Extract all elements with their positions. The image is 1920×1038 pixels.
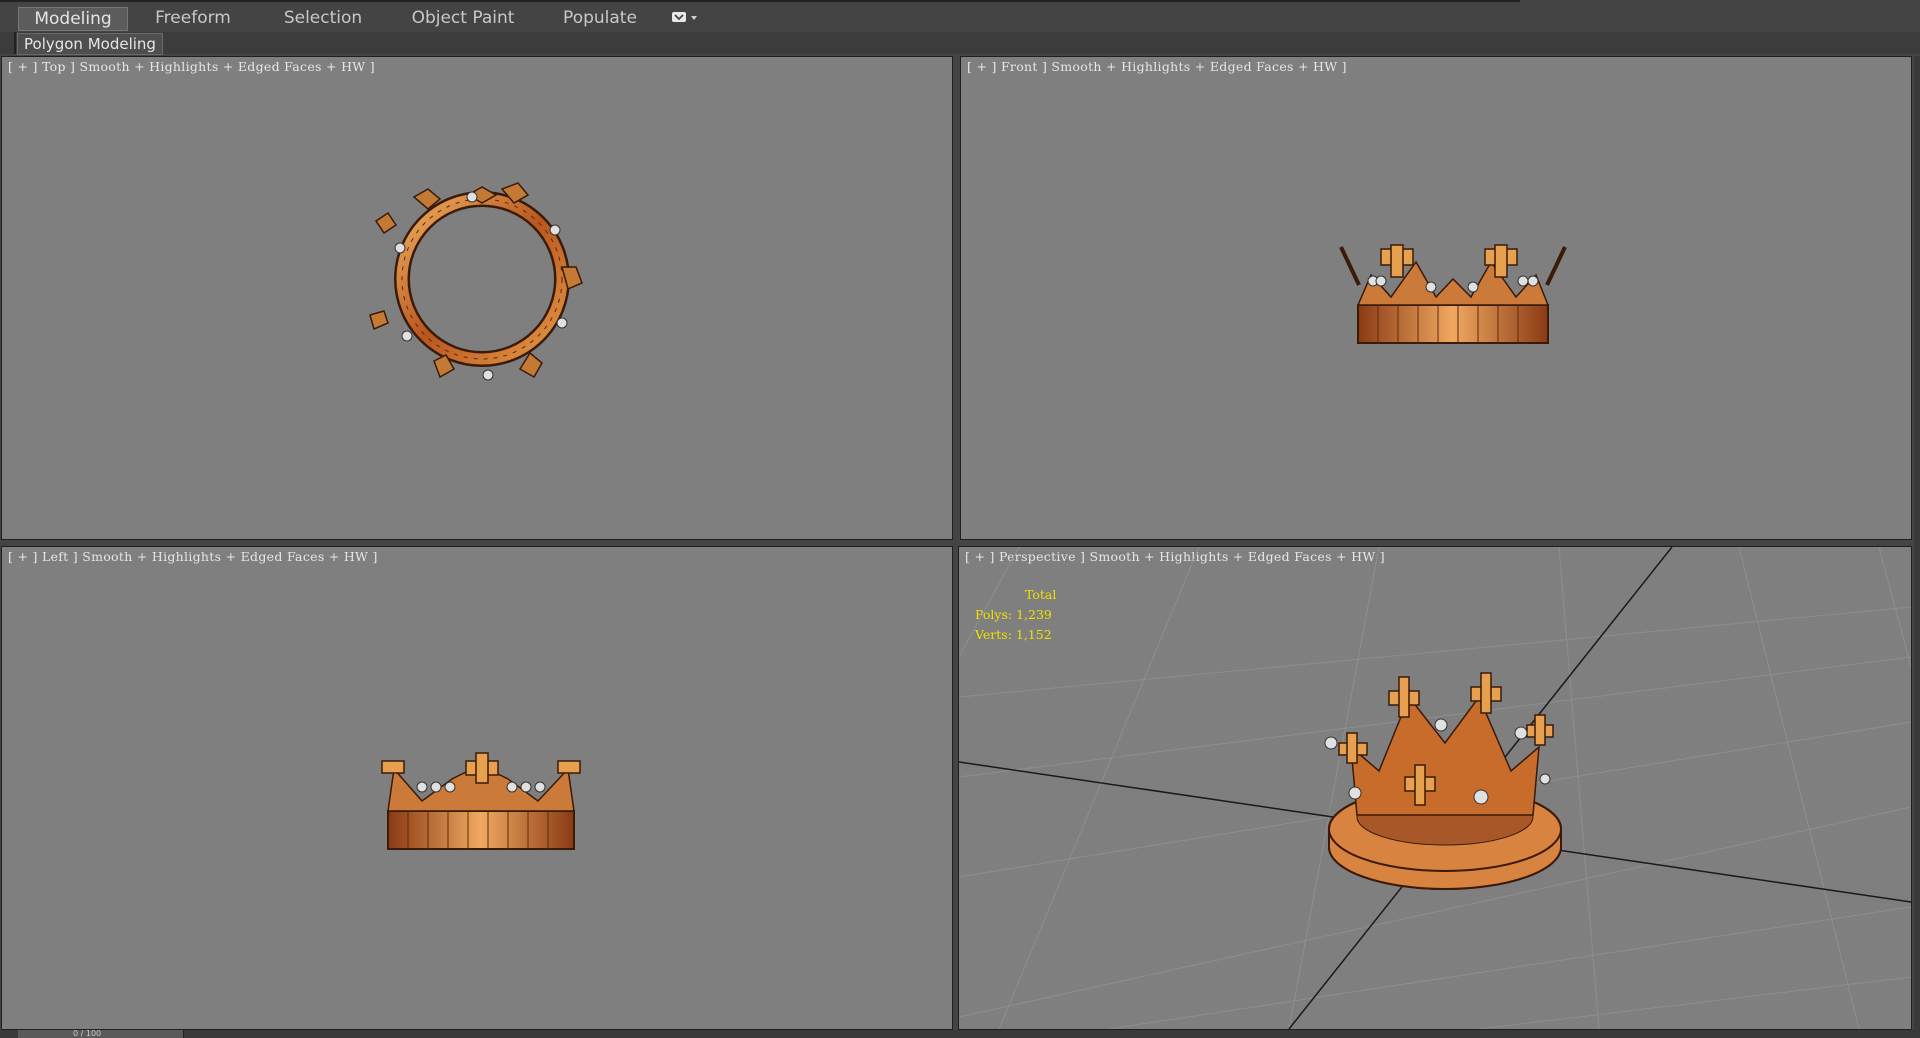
viewport-top[interactable]: [ + ] Top ] Smooth + Highlights + Edged … (1, 56, 953, 540)
perspective-scene (959, 547, 1911, 1029)
crown-left-view (381, 752, 581, 850)
dropdown-menu-icon[interactable] (670, 10, 702, 26)
polygon-modeling-panel-button[interactable]: Polygon Modeling (17, 33, 163, 55)
viewport-front[interactable]: [ + ] Front ] Smooth + Highlights + Edge… (960, 56, 1912, 540)
ribbon-panel-bar: Polygon Modeling (0, 32, 1920, 55)
tab-populate[interactable]: Populate (560, 7, 640, 29)
tab-freeform[interactable]: Freeform (148, 7, 238, 29)
ribbon-tabs-bar: Modeling Freeform Selection Object Paint… (0, 0, 1920, 33)
time-slider-bar: 0 / 100 (0, 1030, 1920, 1038)
viewport-perspective[interactable]: [ + ] Perspective ] Smooth + Highlights … (958, 546, 1912, 1030)
time-slider[interactable]: 0 / 100 (18, 1030, 184, 1038)
crown-front-view (1339, 244, 1567, 344)
right-scroll-rail (1914, 56, 1920, 1030)
tab-modeling[interactable]: Modeling (18, 7, 128, 31)
crown-top-view (369, 182, 583, 381)
tab-object-paint[interactable]: Object Paint (408, 7, 518, 29)
viewport-left[interactable]: [ + ] Left ] Smooth + Highlights + Edged… (1, 546, 953, 1030)
tab-selection[interactable]: Selection (278, 7, 368, 29)
